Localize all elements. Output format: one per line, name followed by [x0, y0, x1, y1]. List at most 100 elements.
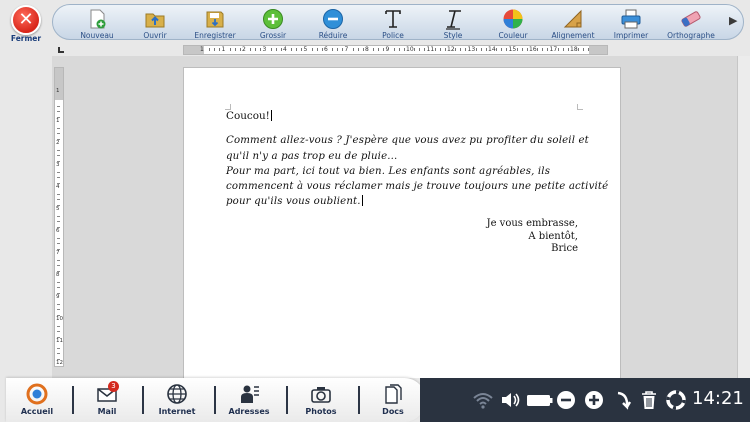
trash-icon[interactable] — [640, 390, 658, 410]
color-icon — [503, 9, 523, 29]
ruler-tick — [321, 48, 323, 51]
dock-item-home[interactable]: Accueil — [6, 378, 68, 422]
dock-item-docs[interactable]: Docs — [362, 378, 424, 422]
back-icon[interactable] — [612, 390, 632, 410]
ruler-tick — [209, 48, 211, 51]
ruler-tick — [557, 48, 559, 51]
ruler-tick — [57, 325, 60, 327]
ruler-tick — [342, 48, 344, 51]
horizontal-ruler[interactable]: 1 1 2 3 4 5 6 7 8 9 10 11 12 13 14 15 16 17 18 — [183, 45, 608, 55]
ruler-tick — [578, 48, 580, 51]
toolbar-label: Ouvrir — [143, 31, 167, 40]
ruler-tick — [57, 127, 60, 129]
signature-line: Brice — [551, 243, 578, 254]
toolbar-label: Orthographe — [667, 31, 715, 40]
toolbar-more-arrow-icon[interactable]: ▶ — [729, 14, 741, 30]
help-icon[interactable] — [666, 390, 686, 410]
zoom-out-button[interactable]: Réduire — [303, 5, 363, 41]
close-app-button[interactable]: ✕ Fermer — [0, 0, 52, 44]
document-page[interactable]: Coucou! Comment allez-vous ? J'espère qu… — [183, 67, 621, 379]
ruler-number: 3 — [262, 46, 267, 53]
ruler-number: 8 — [365, 46, 369, 53]
toolbar-label: Réduire — [318, 31, 348, 40]
signature-line: A bientôt, — [528, 231, 578, 242]
ruler-tick — [234, 48, 236, 51]
globe-icon — [167, 384, 187, 404]
ruler-tick — [567, 48, 569, 51]
style-button[interactable]: Style — [423, 5, 483, 41]
new-document-button[interactable]: Nouveau — [67, 5, 127, 41]
print-icon — [621, 9, 641, 29]
volume-icon[interactable] — [500, 390, 522, 410]
ruler-tick — [337, 48, 339, 51]
alignment-button[interactable]: Alignement — [543, 5, 603, 41]
text-cursor — [270, 110, 272, 121]
ruler-number: 13 — [467, 46, 476, 53]
dock-label: Mail — [97, 407, 117, 416]
open-button[interactable]: Ouvrir — [125, 5, 185, 41]
page-corner-mark — [577, 104, 583, 110]
toolbar-label: Enregistrer — [194, 31, 236, 40]
volume-down-icon[interactable] — [556, 390, 576, 410]
ruler-tick — [393, 48, 395, 51]
document-line: pour qu'ils vous oublient. — [226, 195, 363, 207]
zoom-in-button[interactable]: Grossir — [243, 5, 303, 41]
dock-separator — [214, 386, 216, 414]
ruler-tick — [588, 48, 590, 51]
text-cursor — [361, 195, 363, 206]
dock-item-mail[interactable]: 3 Mail — [76, 378, 138, 422]
vertical-ruler-strip — [0, 56, 52, 378]
dock-item-internet[interactable]: Internet — [146, 378, 208, 422]
ruler-tick — [57, 177, 60, 178]
ruler-number: 14 — [488, 46, 496, 53]
ruler-tick — [398, 48, 400, 51]
ruler-tick — [57, 347, 60, 349]
ruler-tick — [496, 48, 498, 51]
ruler-tick — [250, 48, 252, 51]
ruler-number: 12 — [56, 360, 63, 366]
top-bar: ✕ Fermer Nouveau Ouvrir Enregistrer Gros… — [0, 0, 750, 44]
dock-label: Photos — [305, 407, 337, 416]
dock-item-contacts[interactable]: Adresses — [218, 378, 280, 422]
spellcheck-button[interactable]: Orthographe — [661, 5, 721, 41]
print-button[interactable]: Imprimer — [601, 5, 661, 41]
ruler-number: 10 — [56, 316, 63, 322]
ruler-number: 1 — [56, 88, 60, 94]
ruler-number: 7 — [344, 46, 349, 53]
ruler-tick — [57, 155, 60, 156]
ruler-tick — [378, 48, 380, 51]
ruler-tick — [260, 48, 262, 51]
ruler-tick — [506, 48, 508, 51]
ruler-number: 15 — [508, 46, 517, 53]
document-line: qu'il n'y a pas trop eu de pluie... — [226, 151, 398, 162]
color-button[interactable]: Couleur — [483, 5, 543, 41]
ruler-tick — [255, 48, 257, 51]
dock-label: Accueil — [20, 407, 54, 416]
ruler-tick — [57, 111, 60, 112]
ruler-number: 11 — [56, 338, 63, 344]
document-line: Comment allez-vous ? J'espère que vous a… — [226, 135, 589, 146]
dock-item-photos[interactable]: Photos — [290, 378, 352, 422]
ruler-tick — [57, 353, 60, 354]
ruler-tick — [362, 48, 364, 51]
ruler-tick — [57, 265, 60, 266]
bottom-bar: Accueil 3 Mail Internet Adresses Photos … — [0, 378, 750, 422]
zoom-out-icon — [323, 9, 343, 29]
ruler-tick — [57, 243, 60, 244]
volume-up-icon[interactable] — [584, 390, 604, 410]
ruler-tick — [424, 48, 426, 51]
save-button[interactable]: Enregistrer — [185, 5, 245, 41]
dock-separator — [358, 386, 360, 414]
ruler-tick — [537, 48, 539, 51]
style-icon — [446, 10, 461, 30]
ruler-tick — [57, 281, 60, 283]
ruler-number: 4 — [56, 184, 60, 190]
ruler-number: 1 — [221, 46, 226, 53]
ruler-tick — [547, 48, 549, 51]
font-button[interactable]: Police — [363, 5, 423, 41]
contacts-icon — [241, 385, 259, 403]
ruler-right-margin — [589, 46, 607, 54]
vertical-ruler[interactable]: 1 1 2 3 4 5 6 7 8 9 10 11 12 — [54, 67, 64, 367]
vertical-scrollbar[interactable] — [737, 56, 750, 378]
mail-unread-badge: 3 — [108, 381, 119, 392]
